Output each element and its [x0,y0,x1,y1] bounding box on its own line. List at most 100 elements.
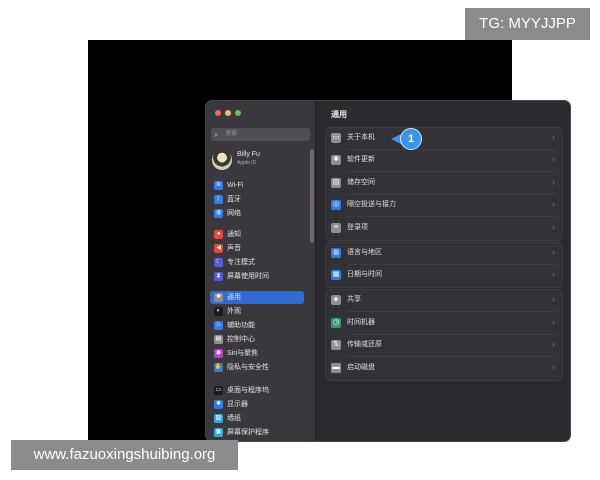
settings-row[interactable]: ▤ 储存空间 › [325,172,561,194]
settings-row-label: 传输或还原 [347,341,382,348]
sidebar-item-label: 屏幕保护程序 [227,429,269,436]
sidebar-item-label: 控制中心 [227,336,255,343]
chevron-right-icon: › [552,294,555,304]
sidebar-item-label: 专注模式 [227,259,255,266]
chevron-right-icon: › [552,154,555,164]
settings-row-label: 软件更新 [347,156,375,163]
sidebar-item-4[interactable]: ◀ 声音 [210,242,304,255]
search-icon: ⌕ [214,130,219,139]
sidebar-item-1[interactable]: ᛒ 蓝牙 [210,193,304,206]
telegram-tag: TG: MYYJJPP [465,8,590,40]
settings-row-label: 日期与时间 [347,271,382,278]
settings-row[interactable]: ≡ 登录项 › [325,217,561,239]
moon-icon: ☾ [214,258,223,267]
settings-row[interactable]: ▬ 启动磁盘 › [325,357,561,379]
transfer-icon: ⇅ [331,340,341,350]
sidebar-item-label: 网络 [227,210,241,217]
chevron-right-icon: › [552,339,555,349]
sidebar-item-9[interactable]: ☺ 辅助功能 [210,319,304,332]
settings-row[interactable]: ⇅ 传输或还原 › [325,334,561,356]
settings-row[interactable]: ✺ 软件更新 › [325,149,561,171]
storage-icon: ▤ [331,178,341,188]
sidebar-item-15[interactable]: ▧ 墙纸 [210,412,304,425]
sidebar-item-5[interactable]: ☾ 专注模式 [210,256,304,269]
settings-row-label: 关于本机 [347,134,375,141]
chevron-right-icon: › [552,362,555,372]
screensaver-icon: ▣ [214,428,223,437]
minimize-window-button[interactable] [225,110,231,116]
sidebar-scrollbar[interactable] [310,149,314,243]
bluetooth-icon: ᛒ [214,195,223,204]
chevron-right-icon: › [552,177,555,187]
sidebar-item-11[interactable]: ◉ Siri与聚焦 [210,347,304,360]
sidebar-item-0[interactable]: ≋ Wi-Fi [210,179,304,192]
zoom-window-button[interactable] [235,110,241,116]
gear-badge-icon: ✺ [331,155,341,165]
sidebar-item-2[interactable]: ◍ 网络 [210,207,304,220]
chevron-right-icon: › [552,222,555,232]
sidebar-search-field[interactable]: ⌕ 搜索 [211,128,310,141]
settings-row[interactable]: ▭ 关于本机 › [325,127,561,149]
settings-row-label: 共享 [347,296,361,303]
sidebar-item-13[interactable]: ▭ 桌面与程序坞 [210,384,304,397]
close-window-button[interactable] [215,110,221,116]
accessibility-icon: ☺ [214,321,223,330]
sidebar-item-label: 声音 [227,245,241,252]
sidebar-item-label: 通知 [227,231,241,238]
sidebar-item-7[interactable]: ✺ 通用 [210,291,304,304]
profile-subtitle: Apple ID [237,160,257,166]
apple-id-profile[interactable]: Billy Fu Apple ID [212,149,312,171]
control-center-icon: ▤ [214,335,223,344]
sidebar-item-label: 外观 [227,308,241,315]
gear-icon: ✺ [214,293,223,302]
disk-icon: ▬ [331,363,341,373]
system-settings-window: ⌕ 搜索 Billy Fu Apple ID ≋ Wi-Fi ᛒ 蓝牙 ◍ 网络 ● 通知 ◀ 声… [205,100,571,442]
share-icon: ◈ [331,295,341,305]
sidebar-item-16[interactable]: ▣ 屏幕保护程序 [210,426,304,439]
wallpaper-icon: ▧ [214,414,223,423]
bell-icon: ● [214,230,223,239]
calendar-icon: ▦ [331,270,341,280]
dock-icon: ▭ [214,386,223,395]
settings-row[interactable]: ◍ 语言与地区 › [325,242,561,264]
chevron-right-icon: › [552,199,555,209]
sidebar-item-10[interactable]: ▤ 控制中心 [210,333,304,346]
sidebar-item-label: 屏幕使用时间 [227,273,269,280]
settings-row-label: 语言与地区 [347,249,382,256]
sidebar-item-3[interactable]: ● 通知 [210,228,304,241]
sidebar-item-label: 蓝牙 [227,196,241,203]
speaker-icon: ◀ [214,244,223,253]
settings-row[interactable]: ◈ 共享 › [325,289,561,311]
callout-number: 1 [400,128,422,150]
watermark: www.fazuoxingshuibing.org [11,440,238,470]
settings-row-label: 储存空间 [347,179,375,186]
sidebar-item-12[interactable]: ✋ 隐私与安全性 [210,361,304,374]
sidebar-item-label: 桌面与程序坞 [227,387,269,394]
display-icon: ✹ [214,400,223,409]
list-icon: ≡ [331,223,341,233]
time-machine-icon: ◷ [331,318,341,328]
hourglass-icon: ⧗ [214,272,223,281]
sidebar-item-label: 通用 [227,294,241,301]
search-placeholder: 搜索 [225,131,238,137]
chevron-right-icon: › [552,247,555,257]
sidebar-item-label: 显示器 [227,401,248,408]
globe-icon: ◍ [214,209,223,218]
settings-row-label: 隔空投送与接力 [347,201,396,208]
sidebar-item-6[interactable]: ⧗ 屏幕使用时间 [210,270,304,283]
sidebar-item-label: Wi-Fi [227,182,244,189]
settings-row[interactable]: ▦ 日期与时间 › [325,264,561,286]
avatar [212,150,232,170]
sidebar-item-8[interactable]: ◐ 外观 [210,305,304,318]
settings-row[interactable]: ◎ 隔空投送与接力 › [325,194,561,216]
settings-row-label: 登录项 [347,224,368,231]
chevron-right-icon: › [552,132,555,142]
settings-row[interactable]: ◷ 时间机器 › [325,312,561,334]
sidebar-item-14[interactable]: ✹ 显示器 [210,398,304,411]
siri-icon: ◉ [214,349,223,358]
appearance-icon: ◐ [214,307,223,316]
sidebar: ⌕ 搜索 Billy Fu Apple ID ≋ Wi-Fi ᛒ 蓝牙 ◍ 网络 ● 通知 ◀ 声… [206,101,316,441]
sidebar-item-label: Siri与聚焦 [227,350,259,357]
profile-name: Billy Fu [237,151,260,158]
laptop-icon: ▭ [331,133,341,143]
